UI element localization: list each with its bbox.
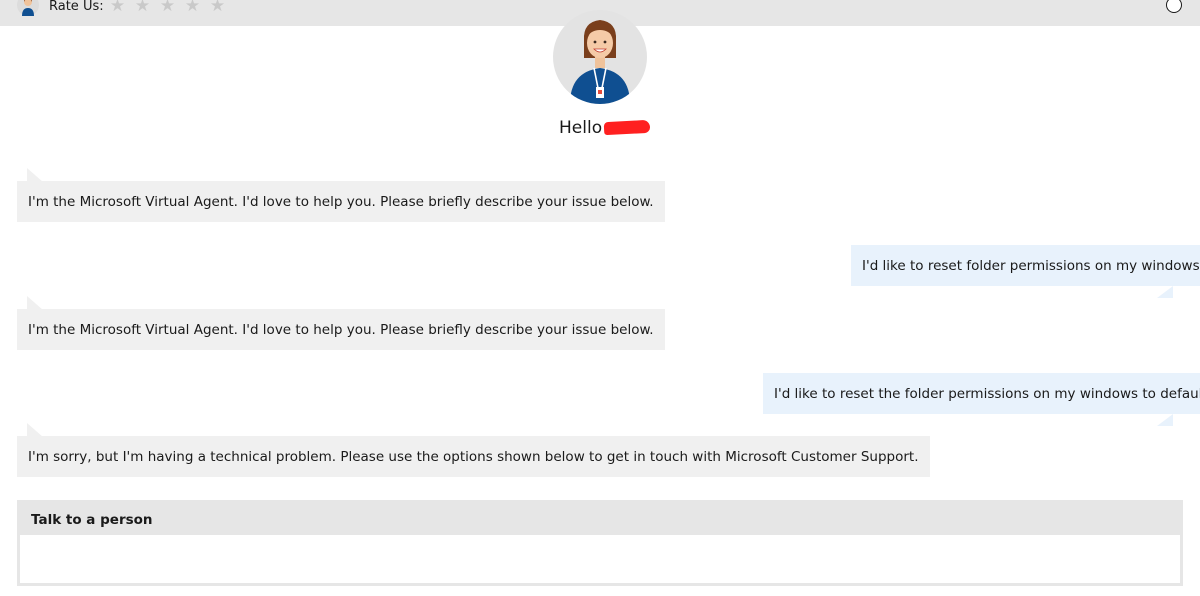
talk-to-a-person-content[interactable] bbox=[20, 535, 1180, 583]
circle-icon-button[interactable] bbox=[1166, 0, 1182, 13]
user-bubble-tail bbox=[1157, 286, 1173, 298]
user-message: I'd like to reset folder permissions on … bbox=[851, 245, 1200, 286]
bot-bubble-tail bbox=[27, 423, 43, 437]
user-bubble-tail bbox=[1157, 414, 1173, 426]
bot-message: I'm the Microsoft Virtual Agent. I'd lov… bbox=[17, 309, 665, 350]
star-5-icon[interactable]: ★ bbox=[208, 0, 227, 16]
greeting-text: Hello bbox=[559, 117, 651, 139]
bot-message: I'm the Microsoft Virtual Agent. I'd lov… bbox=[17, 181, 665, 222]
star-1-icon[interactable]: ★ bbox=[108, 0, 127, 16]
talk-to-a-person-panel: Talk to a person bbox=[17, 500, 1183, 586]
virtual-agent-avatar bbox=[553, 10, 647, 104]
star-rating[interactable]: ★ ★ ★ ★ ★ bbox=[108, 0, 227, 16]
star-2-icon[interactable]: ★ bbox=[133, 0, 152, 16]
user-message-text: I'd like to reset folder permissions on … bbox=[862, 258, 1200, 274]
bot-bubble-tail bbox=[27, 296, 43, 310]
bot-message-text: I'm the Microsoft Virtual Agent. I'd lov… bbox=[28, 194, 654, 210]
star-3-icon[interactable]: ★ bbox=[158, 0, 177, 16]
agent-person-icon bbox=[570, 20, 630, 104]
user-message-text: I'd like to reset the folder permissions… bbox=[774, 386, 1200, 402]
bot-message: I'm sorry, but I'm having a technical pr… bbox=[17, 436, 930, 477]
talk-to-a-person-title: Talk to a person bbox=[31, 512, 153, 528]
user-message: I'd like to reset the folder permissions… bbox=[763, 373, 1200, 414]
bot-message-text: I'm sorry, but I'm having a technical pr… bbox=[28, 449, 919, 465]
redacted-name-scribble bbox=[603, 119, 651, 136]
rate-us-label: Rate Us: bbox=[49, 0, 104, 14]
agent-avatar-icon bbox=[17, 0, 39, 16]
star-4-icon[interactable]: ★ bbox=[183, 0, 202, 16]
greeting-label: Hello bbox=[559, 118, 603, 138]
bot-bubble-tail bbox=[27, 168, 43, 182]
bot-message-text: I'm the Microsoft Virtual Agent. I'd lov… bbox=[28, 322, 654, 338]
